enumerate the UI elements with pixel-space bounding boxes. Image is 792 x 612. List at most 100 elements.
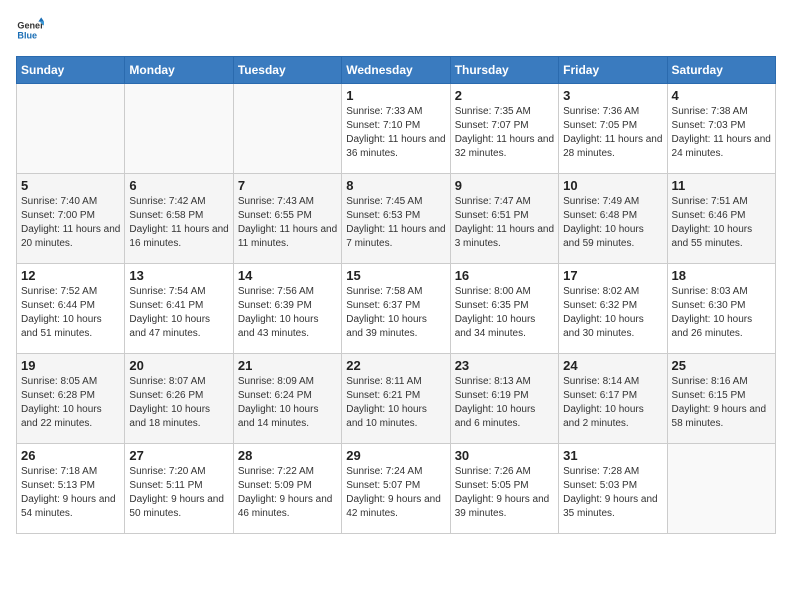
day-info: Sunrise: 7:52 AMSunset: 6:44 PMDaylight:… — [21, 285, 120, 341]
day-cell: 2 Sunrise: 7:35 AMSunset: 7:07 PMDaylight… — [450, 84, 558, 174]
day-cell: 17Sunrise: 8:02 AMSunset: 6:32 PMDayligh… — [559, 264, 667, 354]
day-number: 26 — [21, 448, 120, 463]
day-cell — [125, 84, 233, 174]
day-number: 10 — [563, 178, 662, 193]
day-info: Sunrise: 7:40 AMSunset: 7:00 PMDaylight:… — [21, 195, 120, 251]
day-cell — [667, 444, 775, 534]
day-number: 31 — [563, 448, 662, 463]
day-info: Sunrise: 8:09 AMSunset: 6:24 PMDaylight:… — [238, 375, 337, 431]
day-info: Sunrise: 8:02 AMSunset: 6:32 PMDaylight:… — [563, 285, 662, 341]
day-cell — [233, 84, 341, 174]
day-cell: 18 Sunrise: 8:03 AMSunset: 6:30 PMDayligh… — [667, 264, 775, 354]
week-row-1: 1Sunrise: 7:33 AMSunset: 7:10 PMDaylight… — [17, 84, 776, 174]
day-info: Sunrise: 8:03 AMSunset: 6:30 PMDaylight:… — [672, 285, 771, 341]
day-number: 14 — [238, 268, 337, 283]
week-row-3: 12Sunrise: 7:52 AMSunset: 6:44 PMDayligh… — [17, 264, 776, 354]
logo: General Blue — [16, 16, 44, 44]
logo-icon: General Blue — [16, 16, 44, 44]
day-info: Sunrise: 7:45 AMSunset: 6:53 PMDaylight:… — [346, 195, 445, 251]
day-cell: 6Sunrise: 7:42 AMSunset: 6:58 PMDaylight… — [125, 174, 233, 264]
day-info: Sunrise: 7:22 AMSunset: 5:09 PMDaylight:… — [238, 465, 337, 521]
day-cell: 22Sunrise: 8:11 AMSunset: 6:21 PMDayligh… — [342, 354, 450, 444]
weekday-header-saturday: Saturday — [667, 57, 775, 84]
day-info: Sunrise: 7:51 AMSunset: 6:46 PMDaylight:… — [672, 195, 771, 251]
day-cell — [17, 84, 125, 174]
day-number: 21 — [238, 358, 337, 373]
day-info: Sunrise: 7:43 AMSunset: 6:55 PMDaylight:… — [238, 195, 337, 251]
day-cell: 7Sunrise: 7:43 AMSunset: 6:55 PMDaylight… — [233, 174, 341, 264]
day-info: Sunrise: 7:47 AMSunset: 6:51 PMDaylight:… — [455, 195, 554, 251]
weekday-header-tuesday: Tuesday — [233, 57, 341, 84]
day-cell: 10 Sunrise: 7:49 AMSunset: 6:48 PMDayligh… — [559, 174, 667, 264]
day-number: 20 — [129, 358, 228, 373]
day-number: 2 — [455, 88, 554, 103]
weekday-header-monday: Monday — [125, 57, 233, 84]
day-info: Sunrise: 8:16 AMSunset: 6:15 PMDaylight:… — [672, 375, 771, 431]
day-number: 29 — [346, 448, 445, 463]
svg-text:Blue: Blue — [17, 30, 37, 40]
day-number: 11 — [672, 178, 771, 193]
weekday-header-sunday: Sunday — [17, 57, 125, 84]
day-number: 24 — [563, 358, 662, 373]
day-cell: 8 Sunrise: 7:45 AMSunset: 6:53 PMDaylight… — [342, 174, 450, 264]
day-cell: 20 Sunrise: 8:07 AMSunset: 6:26 PMDayligh… — [125, 354, 233, 444]
day-info: Sunrise: 7:35 AMSunset: 7:07 PMDaylight:… — [455, 105, 554, 161]
day-info: Sunrise: 7:56 AMSunset: 6:39 PMDaylight:… — [238, 285, 337, 341]
week-row-2: 5 Sunrise: 7:40 AMSunset: 7:00 PMDaylight… — [17, 174, 776, 264]
day-info: Sunrise: 8:14 AMSunset: 6:17 PMDaylight:… — [563, 375, 662, 431]
day-number: 8 — [346, 178, 445, 193]
day-cell: 28 Sunrise: 7:22 AMSunset: 5:09 PMDayligh… — [233, 444, 341, 534]
weekday-header-thursday: Thursday — [450, 57, 558, 84]
day-number: 19 — [21, 358, 120, 373]
day-info: Sunrise: 7:36 AMSunset: 7:05 PMDaylight:… — [563, 105, 662, 161]
day-info: Sunrise: 7:28 AMSunset: 5:03 PMDaylight:… — [563, 465, 662, 521]
day-number: 25 — [672, 358, 771, 373]
day-number: 27 — [129, 448, 228, 463]
day-info: Sunrise: 7:54 AMSunset: 6:41 PMDaylight:… — [129, 285, 228, 341]
day-number: 4 — [672, 88, 771, 103]
day-number: 13 — [129, 268, 228, 283]
day-info: Sunrise: 7:24 AMSunset: 5:07 PMDaylight:… — [346, 465, 445, 521]
day-cell: 1Sunrise: 7:33 AMSunset: 7:10 PMDaylight… — [342, 84, 450, 174]
day-cell: 12Sunrise: 7:52 AMSunset: 6:44 PMDayligh… — [17, 264, 125, 354]
day-info: Sunrise: 7:18 AMSunset: 5:13 PMDaylight:… — [21, 465, 120, 521]
day-number: 18 — [672, 268, 771, 283]
day-number: 3 — [563, 88, 662, 103]
day-cell: 21 Sunrise: 8:09 AMSunset: 6:24 PMDayligh… — [233, 354, 341, 444]
day-info: Sunrise: 7:58 AMSunset: 6:37 PMDaylight:… — [346, 285, 445, 341]
day-cell: 16Sunrise: 8:00 AMSunset: 6:35 PMDayligh… — [450, 264, 558, 354]
day-info: Sunrise: 8:07 AMSunset: 6:26 PMDaylight:… — [129, 375, 228, 431]
day-number: 15 — [346, 268, 445, 283]
week-row-4: 19 Sunrise: 8:05 AMSunset: 6:28 PMDayligh… — [17, 354, 776, 444]
svg-text:General: General — [17, 21, 44, 31]
day-info: Sunrise: 7:20 AMSunset: 5:11 PMDaylight:… — [129, 465, 228, 521]
day-cell: 29 Sunrise: 7:24 AMSunset: 5:07 PMDayligh… — [342, 444, 450, 534]
day-cell: 26 Sunrise: 7:18 AMSunset: 5:13 PMDayligh… — [17, 444, 125, 534]
day-cell: 11 Sunrise: 7:51 AMSunset: 6:46 PMDayligh… — [667, 174, 775, 264]
day-number: 28 — [238, 448, 337, 463]
day-cell: 14 Sunrise: 7:56 AMSunset: 6:39 PMDayligh… — [233, 264, 341, 354]
day-cell: 31 Sunrise: 7:28 AMSunset: 5:03 PMDayligh… — [559, 444, 667, 534]
day-number: 5 — [21, 178, 120, 193]
week-row-5: 26 Sunrise: 7:18 AMSunset: 5:13 PMDayligh… — [17, 444, 776, 534]
day-cell: 19 Sunrise: 8:05 AMSunset: 6:28 PMDayligh… — [17, 354, 125, 444]
calendar-table: SundayMondayTuesdayWednesdayThursdayFrid… — [16, 56, 776, 534]
day-info: Sunrise: 7:49 AMSunset: 6:48 PMDaylight:… — [563, 195, 662, 251]
day-info: Sunrise: 8:13 AMSunset: 6:19 PMDaylight:… — [455, 375, 554, 431]
day-cell: 5 Sunrise: 7:40 AMSunset: 7:00 PMDaylight… — [17, 174, 125, 264]
day-cell: 15 Sunrise: 7:58 AMSunset: 6:37 PMDayligh… — [342, 264, 450, 354]
day-number: 22 — [346, 358, 445, 373]
day-cell: 25 Sunrise: 8:16 AMSunset: 6:15 PMDayligh… — [667, 354, 775, 444]
day-number: 23 — [455, 358, 554, 373]
day-info: Sunrise: 7:26 AMSunset: 5:05 PMDaylight:… — [455, 465, 554, 521]
day-info: Sunrise: 8:05 AMSunset: 6:28 PMDaylight:… — [21, 375, 120, 431]
day-cell: 27 Sunrise: 7:20 AMSunset: 5:11 PMDayligh… — [125, 444, 233, 534]
day-cell: 24 Sunrise: 8:14 AMSunset: 6:17 PMDayligh… — [559, 354, 667, 444]
page-header: General Blue — [16, 16, 776, 44]
day-number: 6 — [129, 178, 228, 193]
day-cell: 9Sunrise: 7:47 AMSunset: 6:51 PMDaylight… — [450, 174, 558, 264]
day-cell: 30Sunrise: 7:26 AMSunset: 5:05 PMDayligh… — [450, 444, 558, 534]
day-number: 16 — [455, 268, 554, 283]
day-cell: 13 Sunrise: 7:54 AMSunset: 6:41 PMDayligh… — [125, 264, 233, 354]
day-info: Sunrise: 7:38 AMSunset: 7:03 PMDaylight:… — [672, 105, 771, 161]
